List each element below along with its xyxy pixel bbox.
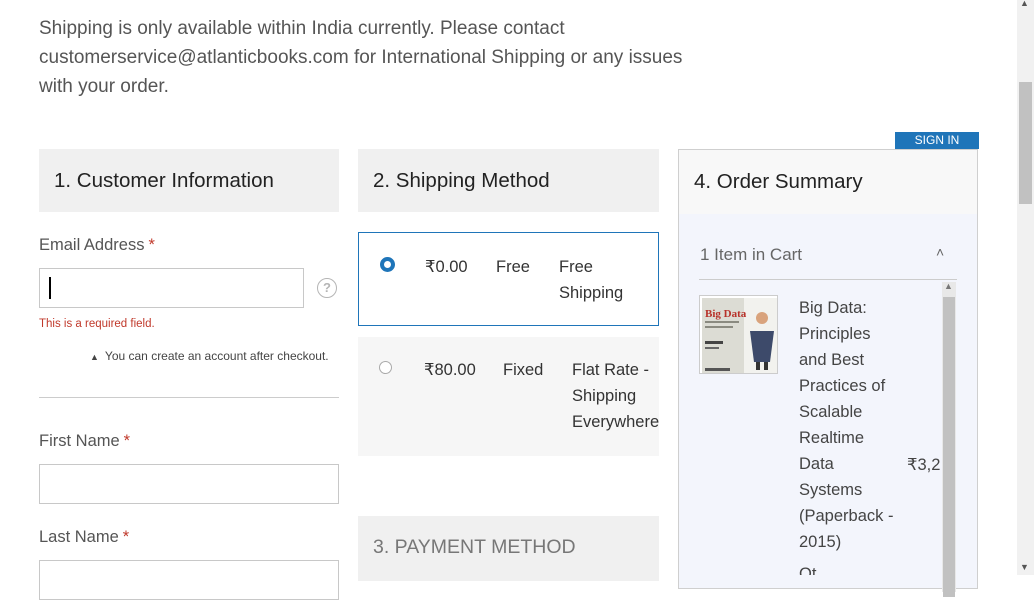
- shipping-notice: Shipping is only available within India …: [39, 18, 683, 97]
- items-in-cart-toggle[interactable]: 1 Item in Cart: [700, 245, 802, 265]
- page-scroll-down-icon[interactable]: ▼: [1020, 562, 1029, 572]
- page-scrollbar-thumb[interactable]: [1019, 82, 1032, 204]
- book-cover-image: Big Data: [700, 296, 777, 373]
- divider: [39, 397, 339, 398]
- shipping-option-flat-rate[interactable]: ₹80.00 Fixed Flat Rate - Shipping Everyw…: [358, 337, 659, 456]
- required-asterisk: *: [122, 528, 130, 546]
- shipping-method-name: Free: [496, 258, 530, 276]
- text-cursor: [49, 277, 51, 299]
- scroll-up-arrow-icon[interactable]: ▲: [944, 281, 953, 291]
- shipping-option-free[interactable]: ₹0.00 Free Free Shipping: [358, 232, 659, 326]
- email-field[interactable]: [39, 268, 304, 308]
- first-name-label-text: First Name: [39, 432, 120, 450]
- shipping-method-name: Fixed: [503, 361, 544, 379]
- order-summary-heading: 4. Order Summary: [679, 150, 977, 214]
- last-name-label: Last Name *: [39, 528, 129, 547]
- order-summary: 4. Order Summary 1 Item in Cart ˄ Big Da…: [678, 149, 978, 597]
- shipping-carrier: Flat Rate - Shipping Everywhere: [572, 361, 660, 431]
- email-error-message: This is a required field.: [39, 318, 155, 330]
- last-name-field[interactable]: [39, 560, 339, 600]
- first-name-label: First Name *: [39, 432, 130, 451]
- account-hint-text: You can create an account after checkout…: [104, 349, 329, 363]
- product-name[interactable]: Big Data: Principles and Best Practices …: [799, 295, 894, 555]
- product-qty-label: Qt: [799, 565, 817, 575]
- product-thumbnail[interactable]: Big Data: [699, 295, 778, 374]
- divider: [699, 279, 957, 280]
- chevron-up-icon[interactable]: ˄: [936, 244, 944, 260]
- email-label-text: Email Address: [39, 236, 145, 254]
- account-hint: ▲ You can create an account after checkou…: [90, 349, 329, 363]
- triangle-up-icon: ▲: [90, 352, 99, 362]
- cover-title: Big Data: [705, 308, 747, 320]
- radio-selected[interactable]: [380, 257, 395, 272]
- help-icon[interactable]: ?: [317, 278, 337, 298]
- shipping-method-heading: 2. Shipping Method: [358, 149, 659, 212]
- first-name-field[interactable]: [39, 464, 339, 504]
- customer-info-heading: 1. Customer Information: [39, 149, 339, 212]
- shipping-price: ₹0.00: [425, 258, 468, 276]
- page-scroll-up-icon[interactable]: ▲: [1020, 0, 1029, 8]
- last-name-label-text: Last Name: [39, 528, 119, 546]
- shipping-price: ₹80.00: [424, 361, 476, 379]
- required-asterisk: *: [148, 236, 155, 254]
- shipping-carrier: Free Shipping: [559, 258, 624, 302]
- product-price: ₹3,2: [907, 456, 941, 474]
- items-scrollbar-thumb[interactable]: [943, 297, 955, 597]
- email-label: Email Address *: [39, 236, 155, 255]
- payment-method-heading: 3. PAYMENT METHOD: [358, 516, 659, 581]
- radio-unselected[interactable]: [379, 361, 392, 374]
- required-asterisk: *: [123, 432, 131, 450]
- sign-in-button[interactable]: SIGN IN: [895, 132, 979, 149]
